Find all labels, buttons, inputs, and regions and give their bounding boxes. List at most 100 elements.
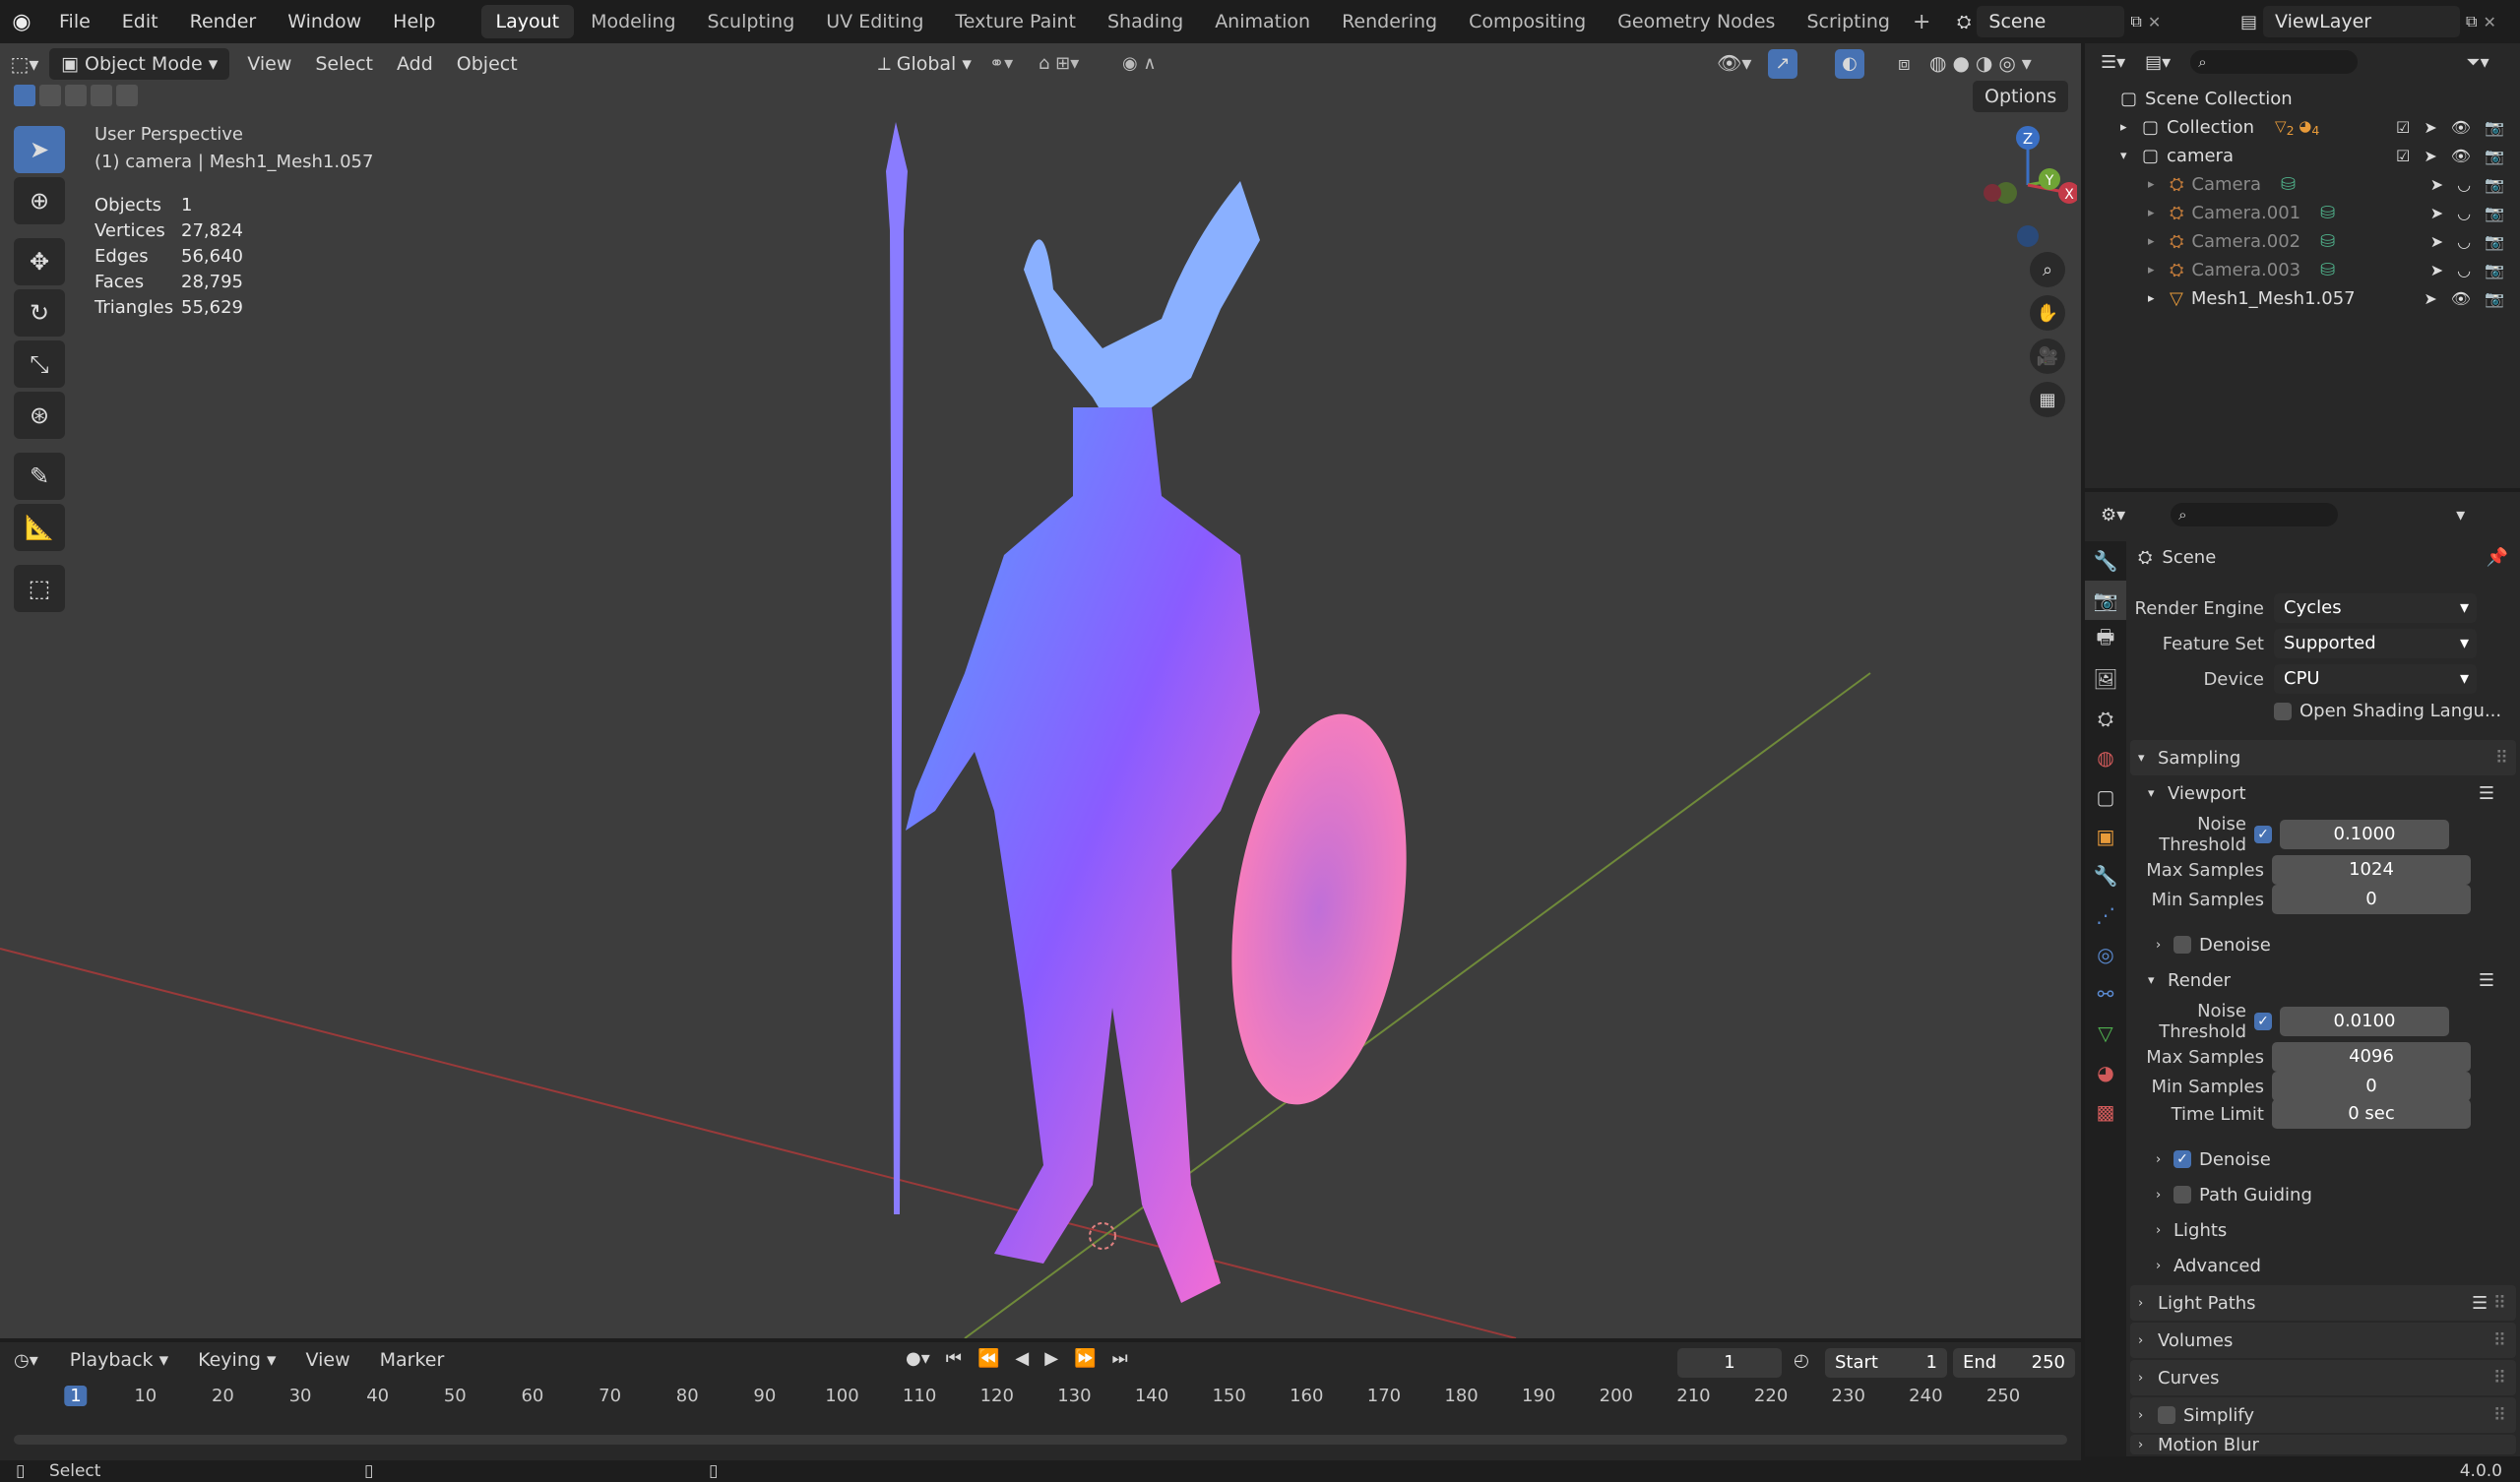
collapse-arrow-icon[interactable]: ▾: [2120, 149, 2142, 163]
constraints-tab-icon[interactable]: ⚯: [2085, 974, 2126, 1014]
camera-collection-toggles[interactable]: ☑ ➤ 👁 📷: [2396, 147, 2504, 165]
tab-texture-paint[interactable]: Texture Paint: [940, 5, 1091, 38]
new-view-layer-icon[interactable]: ⧉: [2466, 12, 2477, 31]
tab-geometry-nodes[interactable]: Geometry Nodes: [1603, 5, 1790, 38]
tab-scripting[interactable]: Scripting: [1792, 5, 1905, 38]
scale-tool-icon[interactable]: ⤡: [14, 340, 65, 388]
modifier-tab-icon[interactable]: 🔧: [2085, 856, 2126, 895]
render-subpanel-header[interactable]: ▾ Render ☰: [2126, 962, 2520, 998]
mode-dropdown[interactable]: ▣ Object Mode ▾: [49, 48, 230, 80]
particles-tab-icon[interactable]: ⋰: [2085, 895, 2126, 935]
pin-icon[interactable]: 📌: [2487, 547, 2508, 568]
tab-layout[interactable]: Layout: [480, 5, 575, 38]
expand-arrow-icon[interactable]: ▸: [2120, 120, 2142, 135]
zoom-icon[interactable]: ⌕: [2030, 252, 2065, 287]
object-toggles[interactable]: ➤ ◡ 📷: [2430, 261, 2504, 279]
pivot-icon[interactable]: ⚭▾: [989, 53, 1013, 74]
annotate-tool-icon[interactable]: ✎: [14, 453, 65, 500]
filter-icon[interactable]: ⏷▾: [2466, 52, 2488, 73]
tab-animation[interactable]: Animation: [1200, 5, 1325, 38]
scene-icon[interactable]: ⛭: [1957, 12, 1971, 32]
expand-arrow-icon[interactable]: ▸: [2148, 206, 2170, 220]
tab-modeling[interactable]: Modeling: [576, 5, 690, 38]
xray-icon[interactable]: ⧈: [1898, 51, 1911, 75]
presets-list-icon[interactable]: ☰: [2479, 783, 2494, 804]
blender-logo-icon[interactable]: ◉: [0, 10, 43, 34]
3d-viewport[interactable]: ⬚▾ ▣ Object Mode ▾ View Select Add Objec…: [0, 43, 2081, 1338]
menu-edit[interactable]: Edit: [106, 0, 174, 43]
editor-type-icon[interactable]: ⬚▾: [0, 52, 49, 76]
physics-tab-icon[interactable]: ◎: [2085, 935, 2126, 974]
ortho-toggle-icon[interactable]: ▦: [2030, 382, 2065, 417]
sampling-panel-header[interactable]: ▾ Sampling ⠿: [2130, 740, 2516, 775]
simplify-panel-header[interactable]: › Simplify ⠿: [2130, 1397, 2516, 1433]
character-model[interactable]: [847, 122, 1437, 1338]
view-layer-field[interactable]: ViewLayer: [2263, 6, 2461, 37]
lights-row[interactable]: › Lights: [2126, 1212, 2520, 1248]
transform-tool-icon[interactable]: ⊛: [14, 392, 65, 439]
new-scene-icon[interactable]: ⧉: [2130, 12, 2141, 31]
expand-arrow-icon[interactable]: ▸: [2148, 177, 2170, 192]
viewport-subpanel-header[interactable]: ▾ Viewport ☰: [2126, 775, 2520, 811]
drag-handle-icon[interactable]: ⠿: [2493, 1330, 2506, 1351]
display-mode-icon[interactable]: ▤▾: [2145, 52, 2171, 73]
drag-handle-icon[interactable]: ⠿: [2493, 1368, 2506, 1389]
select-box-tool-icon[interactable]: ➤: [14, 126, 65, 173]
camera-object-row[interactable]: ▸ ⛭ Camera.002 ⛁ ➤ ◡ 📷: [2085, 227, 2520, 256]
camera-collection-row[interactable]: ▾ ▢ camera ☑ ➤ 👁 📷: [2085, 142, 2520, 170]
data-tab-icon[interactable]: ▽: [2085, 1014, 2126, 1053]
timeline-scrollbar[interactable]: [14, 1435, 2067, 1445]
snap-icon[interactable]: ⌂ ⊞▾: [1039, 53, 1079, 74]
rotate-tool-icon[interactable]: ↻: [14, 289, 65, 337]
menu-help[interactable]: Help: [377, 0, 451, 43]
r-denoise-row[interactable]: › ✓ Denoise: [2126, 1142, 2520, 1177]
delete-view-layer-icon[interactable]: ✕: [2483, 13, 2495, 31]
time-limit-field[interactable]: 0 sec: [2272, 1099, 2471, 1129]
texture-tab-icon[interactable]: ▩: [2085, 1092, 2126, 1132]
menu-render[interactable]: Render: [174, 0, 273, 43]
collection-row[interactable]: ▸ ▢ Collection ▽2 ◕4 ☑ ➤ 👁 📷: [2085, 113, 2520, 142]
r-noise-checkbox[interactable]: ✓: [2254, 1013, 2272, 1030]
delete-scene-icon[interactable]: ✕: [2148, 13, 2161, 31]
expand-arrow-icon[interactable]: ▸: [2148, 291, 2170, 306]
path-guiding-row[interactable]: › Path Guiding: [2126, 1177, 2520, 1212]
presets-list-icon[interactable]: ☰: [2479, 970, 2494, 991]
scene-field[interactable]: Scene: [1977, 6, 2125, 37]
vp-min-field[interactable]: 0: [2272, 885, 2471, 914]
scene-collection-row[interactable]: ▢ Scene Collection: [2085, 85, 2520, 113]
vp-noise-checkbox[interactable]: ✓: [2254, 826, 2272, 843]
r-max-field[interactable]: 4096: [2272, 1042, 2471, 1072]
advanced-row[interactable]: › Advanced: [2126, 1248, 2520, 1283]
scene-tab-icon[interactable]: ⛭: [2085, 699, 2126, 738]
camera-object-row[interactable]: ▸ ⛭ Camera.001 ⛁ ➤ ◡ 📷: [2085, 199, 2520, 227]
gizmo-toggle-icon[interactable]: ↗: [1768, 49, 1797, 79]
vp-noise-field[interactable]: 0.1000: [2280, 820, 2449, 849]
collection-tab-icon[interactable]: ▢: [2085, 777, 2126, 817]
properties-search-field[interactable]: ⌕: [2171, 503, 2339, 526]
render-engine-dropdown[interactable]: Cycles ▾: [2274, 593, 2477, 623]
properties-options-icon[interactable]: ▾: [2456, 505, 2465, 525]
measure-tool-icon[interactable]: 📐: [14, 504, 65, 551]
add-workspace-icon[interactable]: +: [1913, 10, 1930, 34]
object-toggles[interactable]: ➤ ◡ 📷: [2430, 204, 2504, 222]
presets-list-icon[interactable]: ☰ ⠿: [2472, 1293, 2506, 1314]
feature-set-dropdown[interactable]: Supported ▾: [2274, 629, 2477, 658]
selection-mode-icons[interactable]: [14, 85, 138, 106]
menu-file[interactable]: File: [43, 0, 106, 43]
navigation-gizmo[interactable]: Z Y X: [1979, 122, 2077, 250]
view-layer-tab-icon[interactable]: 🖼: [2085, 659, 2126, 699]
menu-select[interactable]: Select: [303, 48, 385, 80]
add-cube-tool-icon[interactable]: ⬚: [14, 565, 65, 612]
expand-arrow-icon[interactable]: ▸: [2148, 234, 2170, 249]
curves-panel-header[interactable]: › Curves ⠿: [2130, 1360, 2516, 1395]
shading-mode-icons[interactable]: ◍●◑◎▾: [1929, 51, 2038, 75]
menu-window[interactable]: Window: [272, 0, 377, 43]
outliner-editor-type-icon[interactable]: ☰▾: [2101, 52, 2125, 73]
overlays-toggle-icon[interactable]: ◐: [1835, 49, 1864, 79]
output-tab-icon[interactable]: 🖶: [2085, 620, 2126, 659]
camera-object-row[interactable]: ▸ ⛭ Camera ⛁ ➤ ◡ 📷: [2085, 170, 2520, 199]
orientation-dropdown[interactable]: ⟂ Global ▾: [866, 48, 983, 80]
vp-denoise-row[interactable]: › Denoise: [2126, 927, 2520, 962]
motion-blur-panel-header[interactable]: › Motion Blur: [2130, 1435, 2516, 1454]
proportional-edit-icon[interactable]: ◉ ∧: [1122, 53, 1157, 74]
